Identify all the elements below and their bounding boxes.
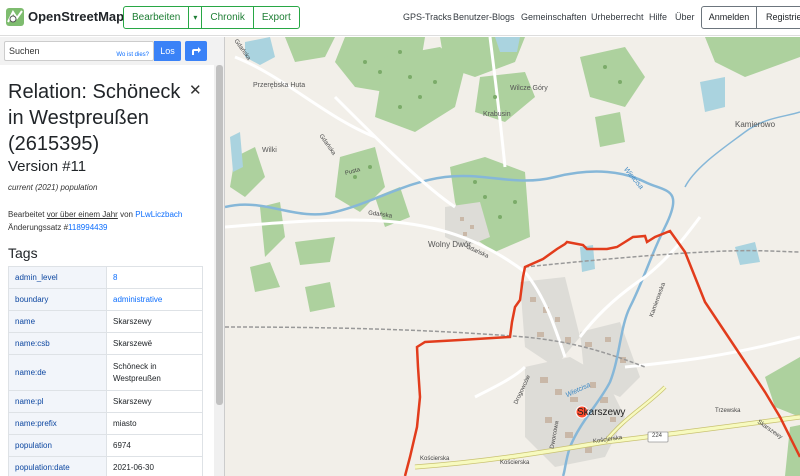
tag-value: 2021-06-30 [106, 456, 203, 476]
login-button[interactable]: Anmelden [701, 6, 757, 29]
where-is-this-link[interactable]: Wo ist dies? [116, 46, 149, 64]
nav-copyright[interactable]: Urheberrecht [591, 12, 644, 22]
table-row: boundary administrative [8, 288, 203, 311]
nav-user-diaries[interactable]: Benutzer-Blogs [453, 12, 515, 22]
place-label: Wilki [262, 147, 277, 154]
tag-key[interactable]: population:date [8, 456, 107, 476]
changeset-label: Änderungssatz # [8, 223, 69, 232]
tag-key[interactable]: admin_level [8, 266, 107, 289]
table-row: name:csb Skarszewë [8, 332, 203, 355]
tag-key[interactable]: name:pl [8, 390, 107, 413]
table-row: name:de Schöneck in Westpreußen [8, 354, 203, 391]
relation-description: current (2021) population [8, 183, 98, 192]
search-go-button[interactable]: Los [154, 41, 181, 61]
tag-value: 6974 [106, 434, 203, 457]
relation-title: Relation: Schöneck in Westpreußen (26153… [8, 81, 181, 155]
tag-key[interactable]: name:csb [8, 332, 107, 355]
place-label: Wilcze Góry [510, 85, 548, 92]
scrollbar-thumb[interactable] [216, 65, 223, 405]
table-row: population:date 2021-06-30 [8, 456, 203, 476]
nav-about[interactable]: Über [675, 12, 695, 22]
tag-value: Schöneck in Westpreußen [106, 354, 203, 391]
nav-communities[interactable]: Gemeinschaften [521, 12, 587, 22]
nav-gps-traces[interactable]: GPS-Tracks [403, 12, 452, 22]
table-row: admin_level 8 [8, 266, 203, 289]
edit-info: Bearbeitet vor über einem Jahr von PLwLi… [8, 208, 213, 234]
openstreetmap-logo-icon[interactable] [5, 7, 25, 27]
history-button[interactable]: Chronik [202, 7, 254, 28]
nav-help[interactable]: Hilfe [649, 12, 667, 22]
route-number-label: 224 [652, 433, 663, 439]
search-input[interactable]: Suchen Wo ist dies? [4, 41, 154, 61]
map-view[interactable]: Przerębska Huta Wilcze Góry Krabusin Kam… [225, 37, 800, 476]
register-button[interactable]: Registrieren [756, 6, 800, 29]
edit-dropdown-chevron-icon[interactable]: ▾ [189, 7, 203, 28]
edited-prefix: Bearbeitet [8, 210, 45, 219]
edited-by: von [120, 210, 133, 219]
tag-value: miasto [106, 412, 203, 435]
search-bar: Suchen Wo ist dies? Los [0, 37, 224, 65]
tag-value: Skarszewë [106, 332, 203, 355]
tag-key[interactable]: name:prefix [8, 412, 107, 435]
tag-value[interactable]: administrative [106, 288, 203, 311]
brand-name[interactable]: OpenStreetMap [28, 9, 124, 24]
place-label: Wolny Dwór [428, 240, 471, 249]
tag-key[interactable]: name [8, 310, 107, 333]
map-canvas[interactable] [225, 37, 800, 476]
edit-button-group: Bearbeiten ▾ Chronik Export [123, 6, 300, 29]
place-label: Kamierowo [735, 120, 776, 129]
tag-key[interactable]: boundary [8, 288, 107, 311]
top-header: OpenStreetMap Bearbeiten ▾ Chronik Expor… [0, 0, 800, 36]
table-row: population 6974 [8, 434, 203, 457]
table-row: name:pl Skarszewy [8, 390, 203, 413]
street-label: Trzewska [715, 408, 741, 414]
tag-value[interactable]: 8 [106, 266, 203, 289]
sidebar-scrollbar[interactable] [214, 65, 224, 476]
tags-heading: Tags [8, 245, 38, 261]
search-placeholder: Suchen [9, 46, 40, 56]
edit-button[interactable]: Bearbeiten [124, 7, 190, 28]
place-label: Przerębska Huta [253, 82, 306, 89]
tags-table: admin_level 8 boundary administrative na… [8, 266, 203, 476]
tag-value: Skarszewy [106, 390, 203, 413]
export-button[interactable]: Export [254, 7, 299, 28]
version-label: Version #11 [8, 158, 87, 175]
street-label: Kościerska [420, 456, 450, 462]
tag-value: Skarszewy [106, 310, 203, 333]
edited-time-link[interactable]: vor über einem Jahr [47, 210, 118, 219]
town-label: Skarszewy [577, 407, 626, 418]
close-icon[interactable]: ✕ [189, 81, 202, 99]
user-link[interactable]: PLwLiczbach [135, 210, 182, 219]
tag-key[interactable]: name:de [8, 354, 107, 391]
directions-icon [192, 47, 201, 55]
tag-key[interactable]: population [8, 434, 107, 457]
table-row: name:prefix miasto [8, 412, 203, 435]
table-row: name Skarszewy [8, 310, 203, 333]
sidebar: Suchen Wo ist dies? Los Relation: Schöne… [0, 37, 225, 476]
street-label: Kościerska [500, 460, 530, 466]
directions-button[interactable] [185, 41, 207, 61]
place-label: Krabusin [483, 111, 511, 118]
changeset-link[interactable]: 118994439 [68, 223, 107, 232]
